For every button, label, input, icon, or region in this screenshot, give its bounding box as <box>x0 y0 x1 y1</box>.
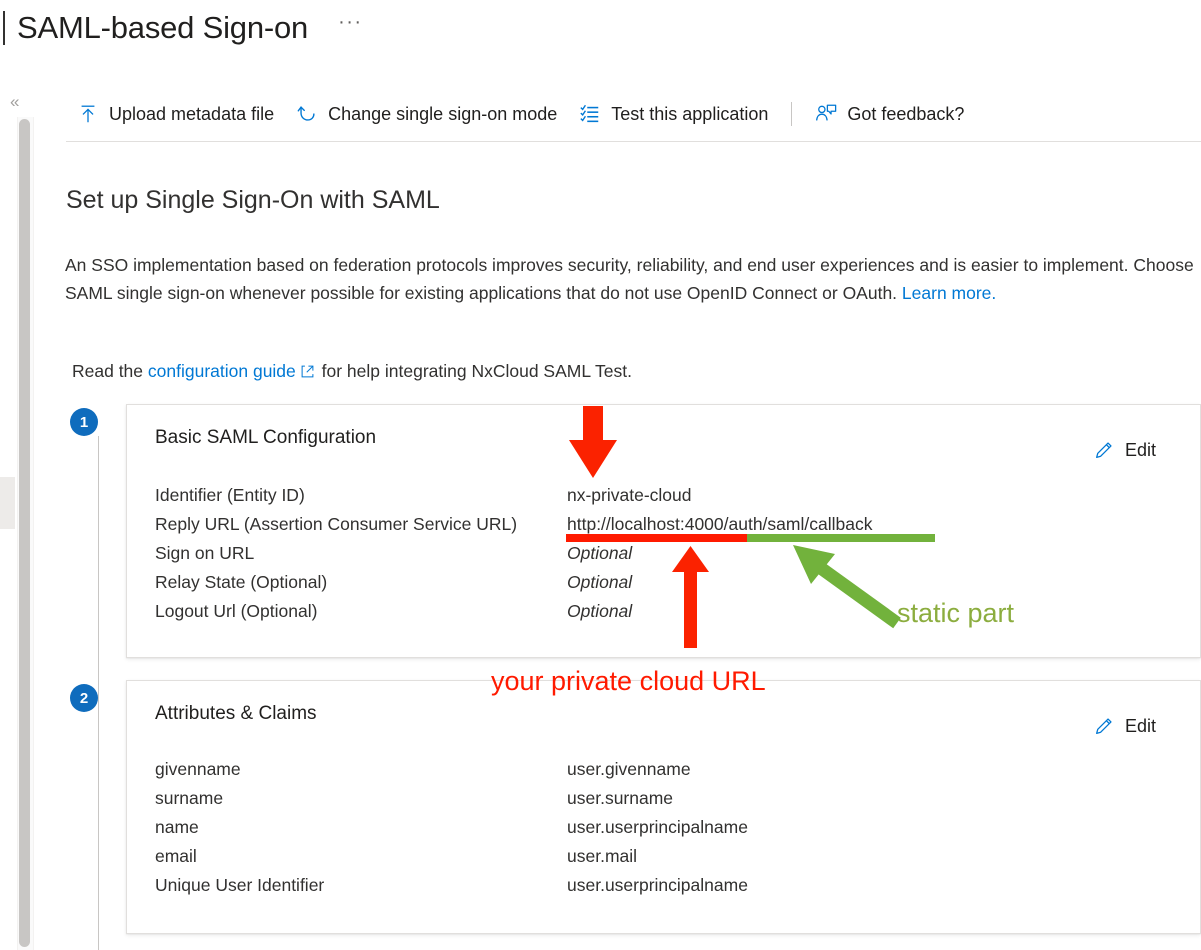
row-key: email <box>155 846 197 866</box>
row-key: Reply URL (Assertion Consumer Service UR… <box>155 514 518 534</box>
command-bar-separator <box>66 141 1201 142</box>
checklist-icon <box>580 104 599 123</box>
configuration-guide-line: Read the configuration guide for help in… <box>72 358 632 384</box>
row-value: user.surname <box>567 788 674 808</box>
upload-icon <box>81 105 95 123</box>
basic-saml-edit-label: Edit <box>1124 439 1156 460</box>
row-value: user.mail <box>567 846 638 866</box>
row-value: user.userprincipalname <box>567 817 748 837</box>
table-row: surname user.surname <box>155 788 748 817</box>
red-annotation-label: your private cloud URL <box>491 666 766 696</box>
table-row: name user.userprincipalname <box>155 817 748 846</box>
change-sso-mode-button[interactable]: Change single sign-on mode <box>285 94 568 134</box>
row-key: givenname <box>155 759 241 779</box>
basic-saml-card-title: Basic SAML Configuration <box>155 427 377 448</box>
table-row: Relay State (Optional) Optional <box>155 572 872 601</box>
row-value: nx-private-cloud <box>567 485 692 505</box>
test-this-application-button[interactable]: Test this application <box>568 94 779 134</box>
attributes-edit-label: Edit <box>1124 715 1156 736</box>
change-sso-mode-label: Change single sign-on mode <box>328 103 558 124</box>
intro-text: An SSO implementation based on federatio… <box>65 255 1194 303</box>
got-feedback-button[interactable]: Got feedback? <box>804 94 975 134</box>
basic-saml-edit-button[interactable]: Edit <box>1089 437 1160 463</box>
basic-saml-configuration-card: Basic SAML Configuration Edit Identifier… <box>126 404 1201 658</box>
table-row: Reply URL (Assertion Consumer Service UR… <box>155 514 872 543</box>
row-key: name <box>155 817 199 837</box>
guide-suffix-text: for help integrating NxCloud SAML Test. <box>316 361 632 381</box>
basic-saml-properties-table: Identifier (Entity ID) nx-private-cloud … <box>155 485 872 630</box>
row-value: user.userprincipalname <box>567 875 748 895</box>
pencil-icon <box>1095 442 1112 458</box>
attributes-claims-table: givenname user.givenname surname user.su… <box>155 759 748 904</box>
row-value: Optional <box>567 601 633 621</box>
feedback-person-icon <box>816 104 837 121</box>
configuration-guide-link[interactable]: configuration guide <box>148 361 296 381</box>
collapse-sidebar-icon[interactable]: « <box>10 93 19 110</box>
row-key: surname <box>155 788 224 808</box>
external-link-icon <box>301 365 314 378</box>
pencil-icon <box>1095 718 1112 734</box>
row-value: Optional <box>567 572 633 592</box>
learn-more-link[interactable]: Learn more. <box>902 283 996 303</box>
page-title-bar: SAML-based Sign-on ··· <box>0 2 363 54</box>
row-key: Sign on URL <box>155 543 255 563</box>
step-connector-line <box>98 436 99 950</box>
title-divider-pipe <box>3 11 5 45</box>
table-row: email user.mail <box>155 846 748 875</box>
attributes-edit-button[interactable]: Edit <box>1089 713 1160 739</box>
command-bar: Upload metadata file Change single sign-… <box>66 88 1201 140</box>
page-section-heading: Set up Single Sign-On with SAML <box>66 186 440 214</box>
table-row: Identifier (Entity ID) nx-private-cloud <box>155 485 872 514</box>
step-badge-1: 1 <box>70 408 98 436</box>
got-feedback-label: Got feedback? <box>847 103 965 124</box>
row-value: user.givenname <box>567 759 691 779</box>
scrollbar-thumb[interactable] <box>19 119 30 947</box>
table-row: Logout Url (Optional) Optional <box>155 601 872 630</box>
row-key: Relay State (Optional) <box>155 572 328 592</box>
table-row: Unique User Identifier user.userprincipa… <box>155 875 748 904</box>
row-key: Unique User Identifier <box>155 875 325 895</box>
row-key: Logout Url (Optional) <box>155 601 318 621</box>
page-title: SAML-based Sign-on <box>17 10 309 45</box>
upload-metadata-file-button[interactable]: Upload metadata file <box>66 94 285 134</box>
undo-arrow-icon <box>297 106 315 121</box>
attributes-and-claims-card: Attributes & Claims Edit givenname user.… <box>126 680 1201 934</box>
table-row: Sign on URL Optional <box>155 543 872 572</box>
attributes-card-title: Attributes & Claims <box>155 703 317 724</box>
table-row: givenname user.givenname <box>155 759 748 788</box>
row-value: Optional <box>567 543 633 563</box>
intro-paragraph: An SSO implementation based on federatio… <box>65 251 1201 307</box>
upload-metadata-file-label: Upload metadata file <box>109 103 275 124</box>
green-annotation-label: static part <box>897 598 1015 628</box>
step-badge-2: 2 <box>70 684 98 712</box>
row-value: http://localhost:4000/auth/saml/callback <box>567 514 873 534</box>
command-bar-divider <box>791 102 793 126</box>
more-actions-icon[interactable]: ··· <box>338 11 362 34</box>
guide-prefix-text: Read the <box>72 361 148 381</box>
test-this-application-label: Test this application <box>611 103 769 124</box>
row-key: Identifier (Entity ID) <box>155 485 305 505</box>
sidebar-selected-stub <box>0 477 15 529</box>
